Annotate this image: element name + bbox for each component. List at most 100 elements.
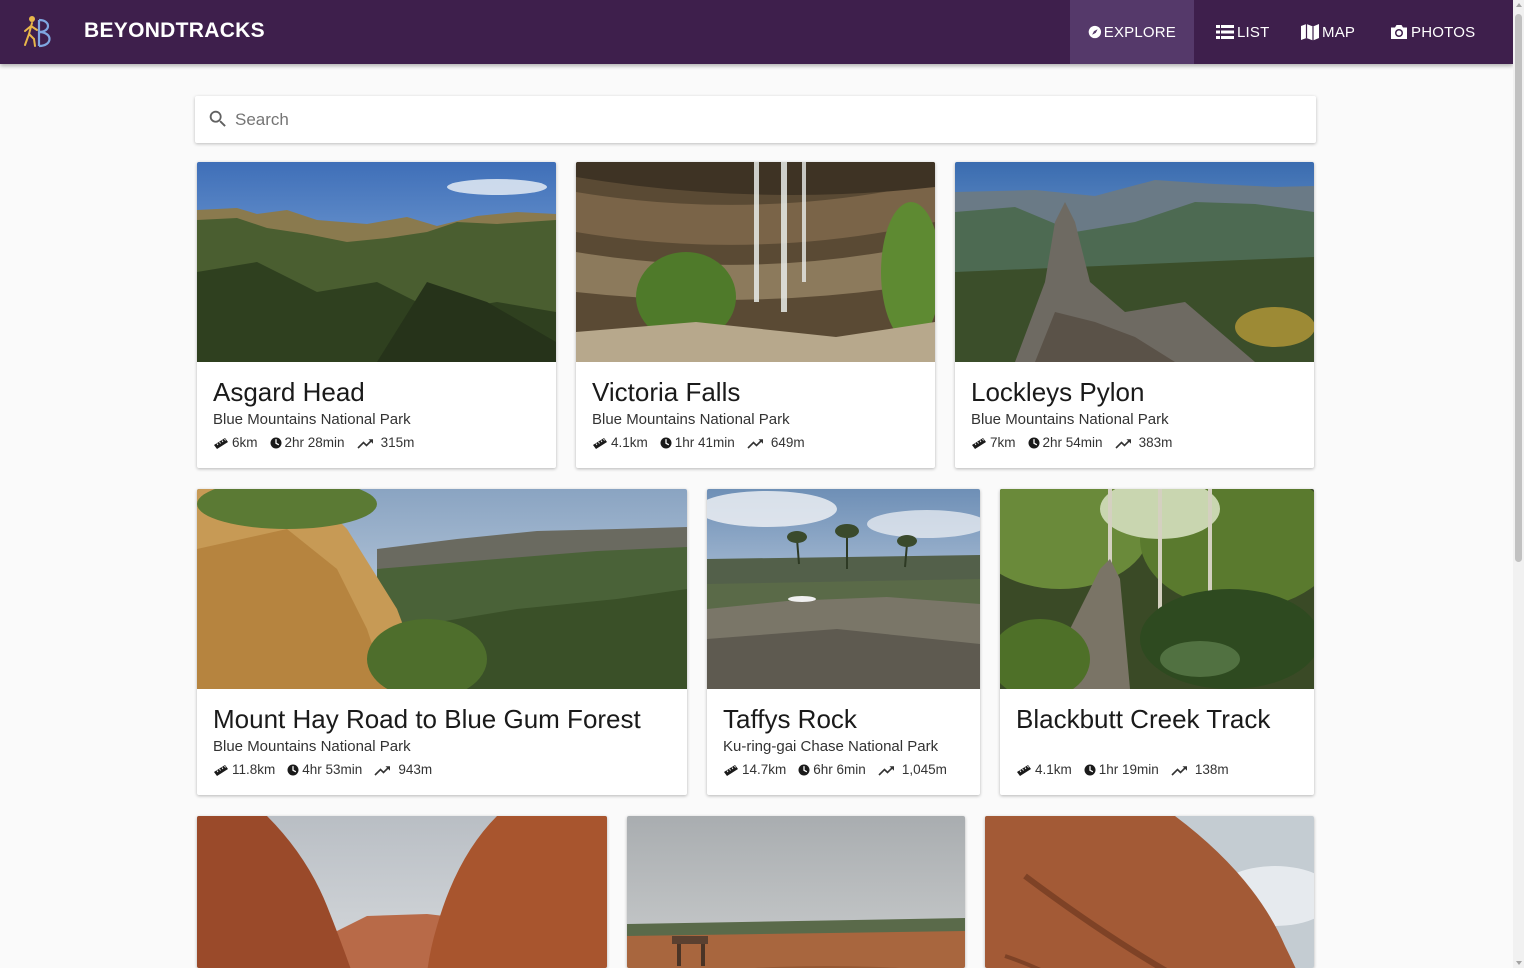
- elevation-value: 649m: [770, 435, 805, 450]
- track-park: Blue Mountains National Park: [592, 411, 790, 428]
- nav-list[interactable]: LIST: [1197, 0, 1287, 64]
- scroll-down-arrow-icon[interactable]: [1516, 961, 1522, 965]
- elevation-value: 138m: [1194, 762, 1229, 777]
- track-title[interactable]: Asgard Head: [213, 377, 365, 408]
- distance-value: 4.1km: [1035, 762, 1072, 777]
- nav-map-label: MAP: [1322, 23, 1356, 41]
- duration-value: 1hr 19min: [1098, 762, 1159, 777]
- track-title[interactable]: Mount Hay Road to Blue Gum Forest: [213, 704, 641, 735]
- elevation-stat: 315m: [357, 435, 414, 450]
- duration-stat: 1hr 41min: [660, 435, 735, 450]
- brand-name[interactable]: BEYONDTRACKS: [84, 19, 265, 43]
- top-app-bar: BEYONDTRACKS EXPLORE LIST MAP PHOTOS: [0, 0, 1513, 64]
- track-title[interactable]: Lockleys Pylon: [971, 377, 1144, 408]
- track-photo[interactable]: [197, 162, 556, 362]
- track-card[interactable]: Taffys Rock Ku-ring-gai Chase National P…: [707, 489, 980, 795]
- track-stats: 6km 2hr 28min 315m: [213, 435, 426, 450]
- track-card[interactable]: [985, 816, 1314, 968]
- elevation-value: 1,045m: [901, 762, 947, 777]
- track-park: Blue Mountains National Park: [213, 738, 411, 755]
- distance-value: 4.1km: [611, 435, 648, 450]
- search-input[interactable]: [235, 96, 1295, 143]
- trending-up-icon: [357, 436, 375, 450]
- duration-stat: 2hr 28min: [270, 435, 345, 450]
- nav-explore-label: EXPLORE: [1103, 23, 1176, 41]
- trending-up-icon: [1171, 763, 1189, 777]
- trending-up-icon: [878, 763, 896, 777]
- duration-stat: 6hr 6min: [798, 762, 866, 777]
- track-park: Blue Mountains National Park: [971, 411, 1169, 428]
- track-stats: 7km 2hr 54min 383m: [971, 435, 1184, 450]
- track-photo[interactable]: [985, 816, 1314, 968]
- track-stats: 4.1km 1hr 41min 649m: [592, 435, 817, 450]
- ruler-icon: [213, 437, 229, 449]
- track-card[interactable]: Mount Hay Road to Blue Gum Forest Blue M…: [197, 489, 687, 795]
- brand-logo-icon[interactable]: [20, 14, 56, 50]
- track-photo[interactable]: [627, 816, 965, 968]
- duration-value: 2hr 54min: [1042, 435, 1103, 450]
- duration-value: 1hr 41min: [674, 435, 735, 450]
- track-park: Blue Mountains National Park: [213, 411, 411, 428]
- ruler-icon: [592, 437, 608, 449]
- ruler-icon: [723, 764, 739, 776]
- elevation-stat: 138m: [1171, 762, 1229, 777]
- track-card[interactable]: Lockleys Pylon Blue Mountains National P…: [955, 162, 1314, 468]
- track-card[interactable]: [627, 816, 965, 968]
- scrollbar-thumb[interactable]: [1515, 14, 1522, 562]
- clock-icon: [1084, 764, 1096, 776]
- nav-photos[interactable]: PHOTOS: [1371, 0, 1493, 64]
- track-photo[interactable]: [955, 162, 1314, 362]
- track-card[interactable]: [197, 816, 607, 968]
- trending-up-icon: [1115, 436, 1133, 450]
- page-scrollbar[interactable]: [1513, 0, 1524, 968]
- track-photo[interactable]: [1000, 489, 1314, 689]
- elevation-stat: 943m: [374, 762, 432, 777]
- clock-icon: [660, 437, 672, 449]
- track-photo[interactable]: [576, 162, 935, 362]
- track-title[interactable]: Victoria Falls: [592, 377, 740, 408]
- map-icon: [1301, 24, 1319, 41]
- ruler-icon: [1016, 764, 1032, 776]
- duration-value: 4hr 53min: [302, 762, 363, 777]
- clock-icon: [798, 764, 810, 776]
- elevation-stat: 383m: [1115, 435, 1173, 450]
- duration-stat: 2hr 54min: [1028, 435, 1103, 450]
- trending-up-icon: [747, 436, 765, 450]
- trending-up-icon: [374, 763, 392, 777]
- track-stats: 14.7km 6hr 6min 1,045m: [723, 762, 959, 777]
- track-park: Ku-ring-gai Chase National Park: [723, 738, 939, 755]
- duration-value: 6hr 6min: [813, 762, 866, 777]
- track-title[interactable]: Blackbutt Creek Track: [1016, 704, 1270, 735]
- clock-icon: [287, 764, 299, 776]
- track-card[interactable]: Victoria Falls Blue Mountains National P…: [576, 162, 935, 468]
- distance-stat: 4.1km: [592, 435, 648, 450]
- scroll-up-arrow-icon[interactable]: [1516, 3, 1522, 7]
- track-stats: 11.8km 4hr 53min 943m: [213, 762, 444, 777]
- elevation-value: 383m: [1138, 435, 1173, 450]
- nav-map[interactable]: MAP: [1282, 0, 1373, 64]
- distance-value: 14.7km: [742, 762, 787, 777]
- track-stats: 4.1km 1hr 19min 138m: [1016, 762, 1241, 777]
- track-photo[interactable]: [197, 489, 687, 689]
- distance-stat: 14.7km: [723, 762, 786, 777]
- distance-stat: 4.1km: [1016, 762, 1072, 777]
- track-card[interactable]: Blackbutt Creek Track 4.1km 1hr 19min 13…: [1000, 489, 1314, 795]
- distance-value: 6km: [232, 435, 258, 450]
- track-photo[interactable]: [197, 816, 607, 968]
- track-card[interactable]: Asgard Head Blue Mountains National Park…: [197, 162, 556, 468]
- track-photo[interactable]: [707, 489, 980, 689]
- distance-value: 7km: [990, 435, 1016, 450]
- nav-explore[interactable]: EXPLORE: [1070, 0, 1194, 64]
- distance-stat: 7km: [971, 435, 1016, 450]
- elevation-value: 943m: [398, 762, 433, 777]
- list-icon: [1216, 25, 1234, 39]
- nav-list-label: LIST: [1237, 23, 1270, 41]
- duration-stat: 1hr 19min: [1084, 762, 1159, 777]
- search-bar[interactable]: [195, 96, 1316, 143]
- duration-value: 2hr 28min: [284, 435, 345, 450]
- compass-icon: [1088, 25, 1102, 39]
- ruler-icon: [971, 437, 987, 449]
- track-title[interactable]: Taffys Rock: [723, 704, 857, 735]
- distance-stat: 11.8km: [213, 762, 275, 777]
- camera-icon: [1391, 25, 1407, 39]
